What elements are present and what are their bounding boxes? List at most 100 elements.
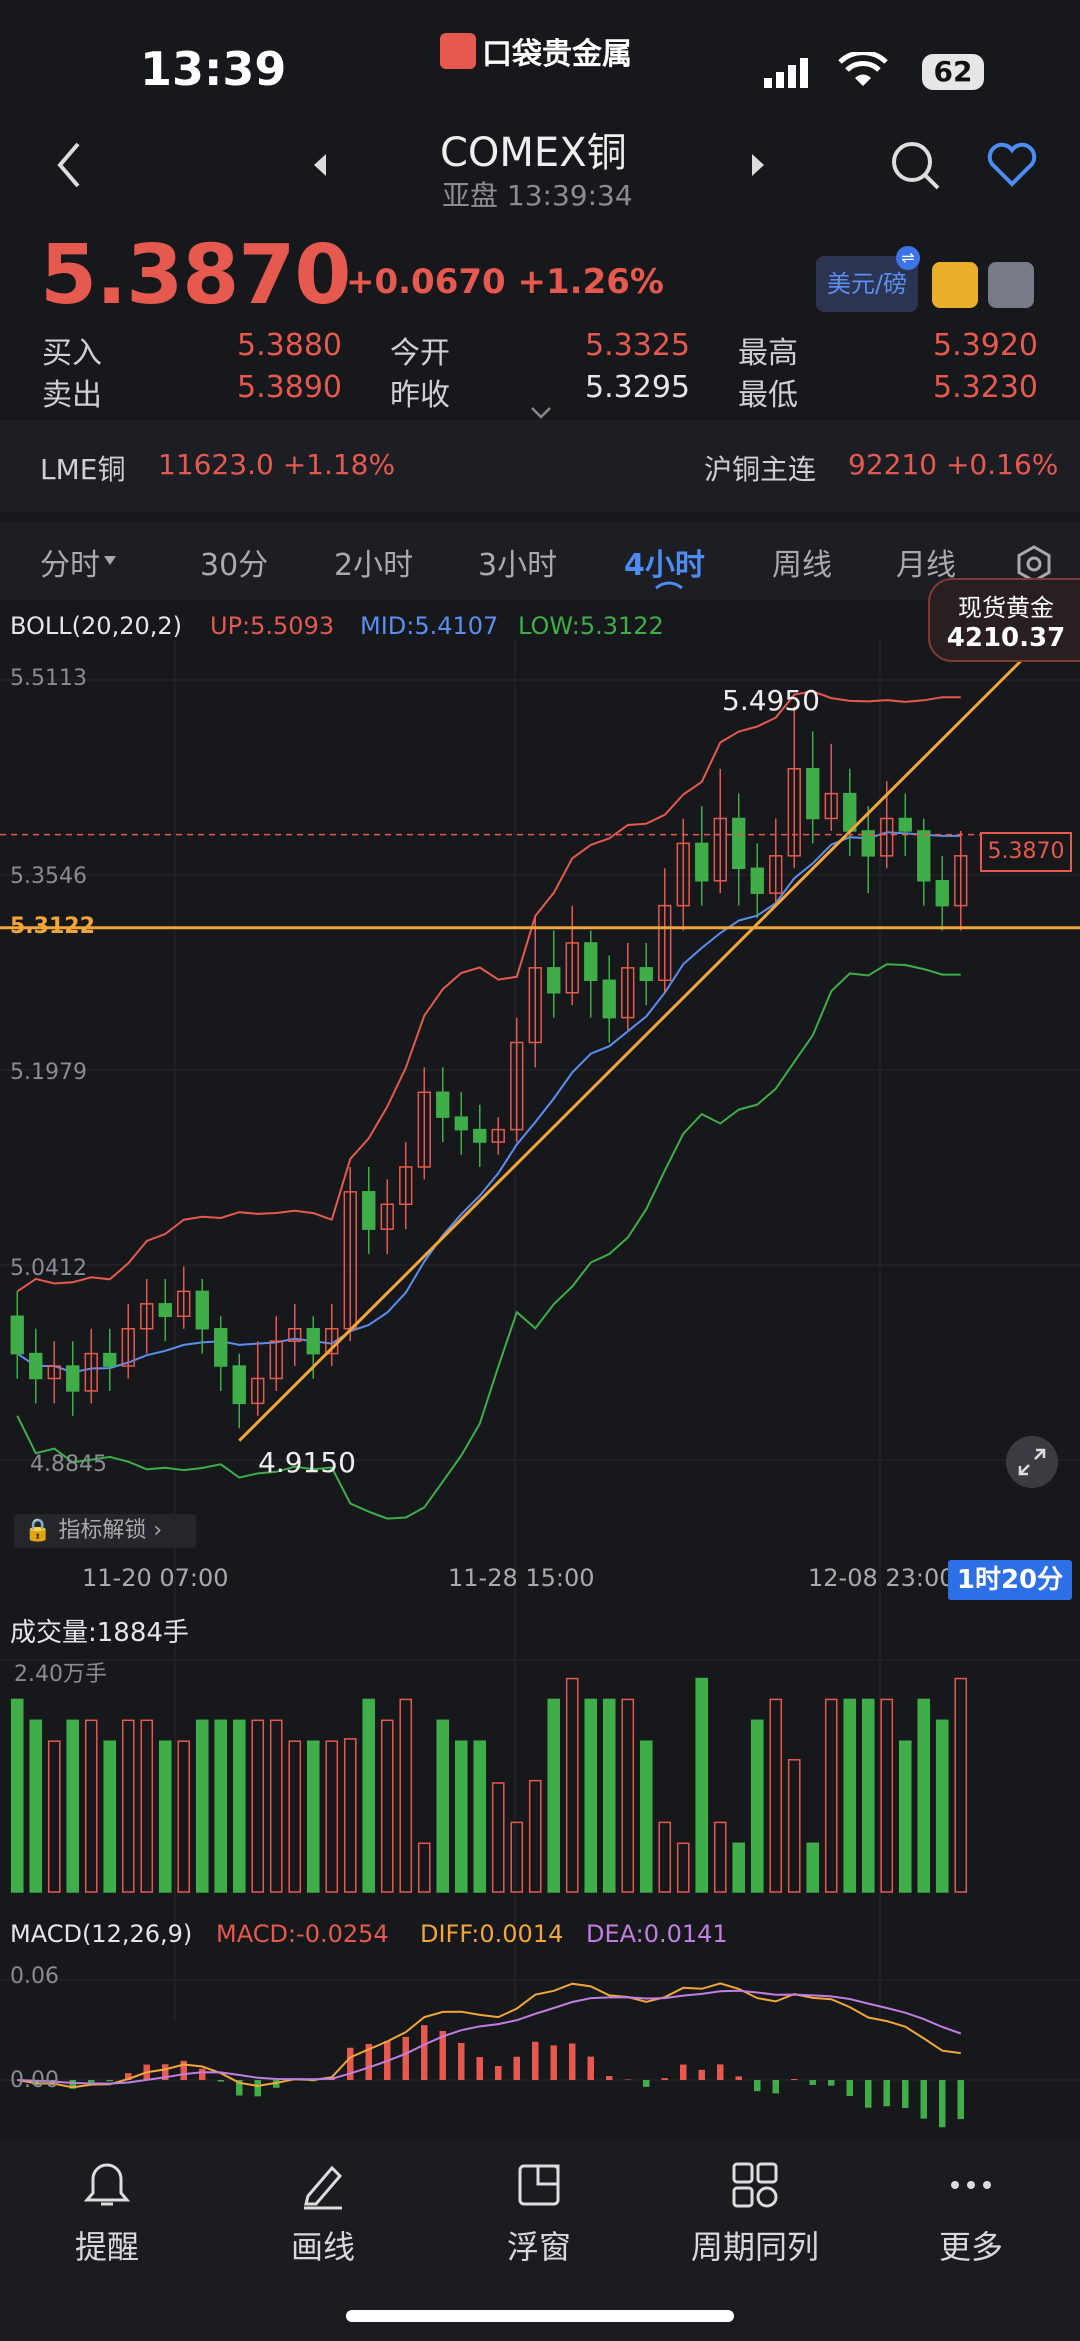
active-tab-indicator [655, 581, 683, 590]
candle [473, 1128, 487, 1143]
candle-countdown: 1时20分 [948, 1560, 1072, 1600]
diff-value: DIFF:0.0014 [420, 1920, 564, 1948]
volume-bar [251, 1719, 265, 1893]
candle [66, 1365, 80, 1392]
more-dots-icon [951, 2181, 991, 2189]
shfe-value[interactable]: 92210 +0.16% [848, 448, 1058, 481]
support-level-label: 5.3122 [10, 914, 95, 939]
last-price: 5.3870 [40, 228, 351, 323]
boll-mid-line [16, 831, 961, 1374]
sell-value: 5.3890 [237, 370, 342, 405]
volume-bar [935, 1719, 949, 1893]
volume-bar [362, 1698, 376, 1893]
volume-bar [343, 1738, 357, 1893]
tab-timeshare[interactable]: 分时 [40, 540, 100, 584]
x-tick: 11-20 07:00 [82, 1564, 229, 1592]
app-logo: 口袋贵金属 [440, 30, 640, 72]
volume-bar [491, 1782, 505, 1893]
volume-bar [769, 1698, 783, 1893]
nav-float-window[interactable]: 浮窗 [469, 2160, 609, 2268]
shfe-label[interactable]: 沪铜主连 [704, 448, 816, 488]
current-price-tag: 5.3870 [980, 832, 1072, 872]
candle [10, 1315, 24, 1355]
nav-alert[interactable]: 提醒 [37, 2160, 177, 2268]
macd-diff-line [17, 1982, 961, 2089]
favorite-heart-icon[interactable] [984, 140, 1040, 190]
tool-icon[interactable] [932, 262, 978, 308]
volume-bar [232, 1719, 246, 1893]
logo-text: 口袋贵金属 [482, 37, 632, 72]
next-instrument-icon[interactable] [748, 150, 768, 180]
volume-title: 成交量:1884手 [10, 1618, 189, 1648]
candle [917, 830, 931, 882]
expand-chevron-icon[interactable] [530, 406, 552, 420]
tab-2h[interactable]: 2小时 [334, 540, 413, 584]
lme-label[interactable]: LME铜 [40, 448, 125, 488]
volume-bar [158, 1740, 172, 1893]
grid-clock-icon [732, 2162, 778, 2208]
y-tick: 5.0412 [10, 1256, 87, 1281]
volume-bar [417, 1842, 431, 1893]
lock-icon: 🔒 [24, 1518, 59, 1543]
volume-bar [547, 1698, 561, 1893]
price-change: +0.0670 +1.26% [346, 262, 664, 302]
volume-bar [399, 1698, 413, 1893]
volume-bar [269, 1719, 283, 1893]
home-indicator [346, 2310, 734, 2322]
volume-bar [325, 1740, 339, 1893]
nav-label: 周期同列 [690, 2228, 819, 2266]
nav-label: 提醒 [74, 2228, 139, 2266]
volume-bar [898, 1740, 912, 1893]
search-icon[interactable] [888, 138, 944, 194]
sell-label: 卖出 [42, 378, 102, 413]
boll-low: LOW:5.3122 [518, 612, 664, 640]
candle [547, 967, 561, 994]
candle [695, 842, 709, 882]
candle [436, 1091, 450, 1118]
lme-value[interactable]: 11623.0 +1.18% [158, 448, 395, 481]
settings-tool-icon[interactable] [988, 262, 1034, 308]
spot-gold-bubble[interactable]: 现货黄金 4210.37 [928, 578, 1080, 662]
tab-3h[interactable]: 3小时 [478, 540, 557, 584]
tab-weekly[interactable]: 周线 [772, 540, 832, 584]
tab-30min[interactable]: 30分 [200, 540, 268, 584]
volume-bar [806, 1842, 820, 1893]
candle [806, 767, 820, 820]
macd-title: MACD(12,26,9) [10, 1920, 193, 1948]
volume-bar [658, 1821, 672, 1893]
volume-bar [454, 1740, 468, 1893]
tab-4h[interactable]: 4小时 [624, 540, 705, 584]
nav-draw[interactable]: 画线 [253, 2160, 393, 2268]
candlestick-chart[interactable] [0, 600, 1080, 2140]
prev-close-value: 5.3295 [585, 370, 690, 405]
volume-bar [510, 1821, 524, 1893]
candle [602, 979, 616, 1019]
chevron-right-icon: › [146, 1518, 163, 1543]
volume-bar [824, 1698, 838, 1893]
back-icon[interactable] [50, 140, 90, 190]
prev-instrument-icon[interactable] [310, 150, 330, 180]
boll-lower-line [16, 963, 961, 1520]
volume-bar [750, 1719, 764, 1893]
dea-value: DEA:0.0141 [586, 1920, 728, 1948]
volume-bar [880, 1698, 894, 1893]
candle [158, 1303, 172, 1318]
volume-bar [380, 1719, 394, 1893]
volume-bar [917, 1698, 931, 1893]
battery-indicator: 62 [922, 54, 984, 90]
candle [195, 1290, 209, 1330]
volume-bar [473, 1740, 487, 1893]
volume-bar [10, 1698, 24, 1893]
wifi-icon [838, 52, 888, 86]
candle [584, 942, 598, 982]
nav-multi-period[interactable]: 周期同列 [685, 2160, 825, 2268]
indicator-unlock-button[interactable]: 🔒 指标解锁 › [14, 1514, 196, 1548]
volume-bar [584, 1698, 598, 1893]
nav-more[interactable]: 更多 [901, 2160, 1041, 2268]
volume-bar [103, 1740, 117, 1893]
high-label: 最高 [738, 336, 798, 371]
volume-bar [84, 1719, 98, 1893]
fullscreen-expand-icon[interactable] [1006, 1436, 1058, 1488]
volume-bar [843, 1698, 857, 1893]
logo-icon [440, 33, 476, 69]
